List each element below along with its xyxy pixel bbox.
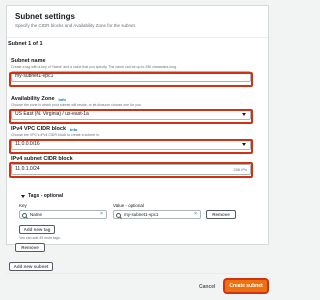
vpc-cidr-label: IPv4 VPC CIDR block Info <box>11 126 251 133</box>
tags-heading: Tags - optional <box>28 193 64 199</box>
cancel-button[interactable]: Cancel <box>199 284 215 290</box>
tag-value-label: Value - optional <box>113 203 144 208</box>
add-new-tag-button[interactable]: Add new tag <box>19 225 55 234</box>
vpc-cidr-info-link[interactable]: Info <box>70 126 77 133</box>
tag-key-input[interactable]: Name × <box>19 210 107 219</box>
subnet-cidr-ip-count: 256 IPs <box>233 167 247 172</box>
tag-value-value: my-subnet1-vpc1 <box>124 212 159 217</box>
create-subnet-button[interactable]: Create subnet <box>225 280 267 292</box>
search-icon <box>22 212 27 218</box>
tag-value-input[interactable]: my-subnet1-vpc1 × <box>113 210 201 219</box>
tags-toggle[interactable]: Tags - optional <box>21 193 63 199</box>
subnet-name-field: Subnet name Create a tag with a key of '… <box>11 58 251 82</box>
availability-zone-info-link[interactable]: Info <box>59 96 66 103</box>
availability-zone-select[interactable]: US East (N. Virginia) / us-east-1a <box>11 109 251 120</box>
availability-zone-field: Availability Zone Info Choose the zone i… <box>11 96 251 120</box>
availability-zone-description: Choose the zone in which your subnet wil… <box>11 103 142 107</box>
subnet-name-description: Create a tag with a key of 'Name' and a … <box>11 65 177 69</box>
panel-header: Subnet settings Specify the CIDR blocks … <box>7 6 268 38</box>
caret-down-icon <box>21 194 25 198</box>
subnet-cidr-field: IPv4 subnet CIDR block 11.0.1.0/24 256 I… <box>11 156 251 175</box>
panel-description: Specify the CIDR blocks and Availability… <box>15 23 136 28</box>
clear-icon[interactable]: × <box>100 211 103 218</box>
availability-zone-label: Availability Zone Info <box>11 96 251 103</box>
clear-icon[interactable]: × <box>194 211 197 218</box>
availability-zone-label-text: Availability Zone <box>11 96 55 102</box>
subnet-name-input[interactable]: my-subnet1-vpc1 <box>11 71 251 82</box>
vpc-cidr-select[interactable]: 11.0.0.0/16 <box>11 139 251 150</box>
subnet-name-label: Subnet name <box>11 58 46 64</box>
vpc-cidr-field: IPv4 VPC CIDR block Info Choose the VPC'… <box>11 126 251 150</box>
subnet-settings-panel: Subnet settings Specify the CIDR blocks … <box>6 5 269 245</box>
subnet-cidr-value: 11.0.1.0/24 <box>15 166 40 172</box>
add-new-subnet-button[interactable]: Add new subnet <box>9 262 53 271</box>
subnet-cidr-input[interactable]: 11.0.1.0/24 256 IPs <box>11 164 251 175</box>
search-icon <box>116 212 121 218</box>
footer-divider <box>6 273 269 274</box>
remove-subnet-button[interactable]: Remove <box>15 243 45 252</box>
subnet-cidr-label: IPv4 subnet CIDR block <box>11 156 73 162</box>
panel-title: Subnet settings <box>15 12 76 21</box>
tag-limit-note: You can add 49 more tags. <box>19 236 61 240</box>
vpc-cidr-label-text: IPv4 VPC CIDR block <box>11 126 67 132</box>
tag-key-label: Key <box>19 203 27 208</box>
remove-tag-button[interactable]: Remove <box>206 210 236 219</box>
tag-key-value: Name <box>30 212 43 217</box>
subnet-section-title: Subnet 1 of 1 <box>8 41 43 47</box>
vpc-cidr-description: Choose the VPC's IPv4 CIDR block to crea… <box>11 133 100 137</box>
